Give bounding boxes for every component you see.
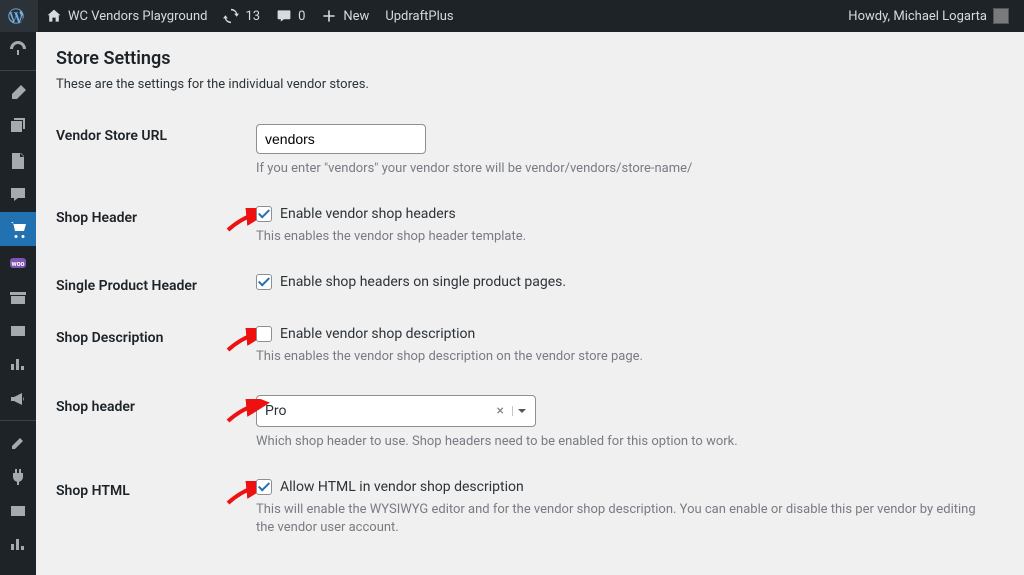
updraftplus-label: UpdraftPlus xyxy=(385,9,453,24)
label-shop-html: Shop HTML xyxy=(56,465,256,551)
shop-header-checkbox-row[interactable]: Enable vendor shop headers xyxy=(256,206,994,222)
comments-button[interactable]: 0 xyxy=(268,0,313,32)
sidebar-comments[interactable] xyxy=(0,178,36,212)
site-name-label: WC Vendors Playground xyxy=(68,9,207,24)
sidebar-appearance[interactable] xyxy=(0,426,36,460)
home-icon xyxy=(46,8,62,24)
new-label: New xyxy=(343,9,369,24)
label-store-url: Vendor Store URL xyxy=(56,110,256,192)
shop-description-checkbox[interactable] xyxy=(256,326,272,342)
adminbar: WC Vendors Playground 13 0 New UpdraftPl… xyxy=(0,0,1024,32)
shop-html-checkbox-label: Allow HTML in vendor shop description xyxy=(280,479,524,495)
shop-header-checkbox-label: Enable vendor shop headers xyxy=(280,206,456,222)
store-url-input[interactable] xyxy=(256,124,426,154)
shop-description-checkbox-row[interactable]: Enable vendor shop description xyxy=(256,326,994,342)
wp-logo-button[interactable] xyxy=(0,0,38,32)
comments-count: 0 xyxy=(298,9,305,24)
single-product-checkbox-row[interactable]: Enable shop headers on single product pa… xyxy=(256,274,994,290)
single-product-checkbox[interactable] xyxy=(256,274,272,290)
label-shop-description: Shop Description xyxy=(56,312,256,380)
admin-sidebar: woo xyxy=(0,32,36,575)
sidebar-dashboard[interactable] xyxy=(0,32,36,66)
shop-header-checkbox[interactable] xyxy=(256,206,272,222)
updates-icon xyxy=(223,8,239,24)
label-shop-header: Shop Header xyxy=(56,192,256,260)
sidebar-plugins[interactable] xyxy=(0,460,36,494)
sidebar-marketing[interactable] xyxy=(0,382,36,416)
plus-icon xyxy=(321,8,337,24)
howdy-label: Howdy, Michael Logarta xyxy=(848,9,987,24)
my-account-button[interactable]: Howdy, Michael Logarta xyxy=(840,0,1017,32)
shop-html-help: This will enable the WYSIWYG editor and … xyxy=(256,501,994,537)
settings-form: Vendor Store URL If you enter "vendors" … xyxy=(56,110,1004,551)
sidebar-posts[interactable] xyxy=(0,76,36,110)
shop-description-checkbox-label: Enable vendor shop description xyxy=(280,326,475,342)
site-home-button[interactable]: WC Vendors Playground xyxy=(38,0,215,32)
svg-text:woo: woo xyxy=(11,260,24,268)
page-intro: These are the settings for the individua… xyxy=(56,77,1004,92)
sidebar-users[interactable] xyxy=(0,494,36,528)
chevron-down-icon xyxy=(512,406,527,416)
label-single-product-header: Single Product Header xyxy=(56,260,256,312)
sidebar-woocommerce[interactable] xyxy=(0,212,36,246)
updraftplus-button[interactable]: UpdraftPlus xyxy=(377,0,461,32)
shop-html-checkbox[interactable] xyxy=(256,479,272,495)
sidebar-media[interactable] xyxy=(0,110,36,144)
sidebar-pages[interactable] xyxy=(0,144,36,178)
new-content-button[interactable]: New xyxy=(313,0,377,32)
updates-count: 13 xyxy=(245,9,260,24)
sidebar-tools[interactable] xyxy=(0,528,36,562)
single-product-checkbox-label: Enable shop headers on single product pa… xyxy=(280,274,566,290)
sidebar-payments[interactable] xyxy=(0,314,36,348)
content-area: Store Settings These are the settings fo… xyxy=(36,32,1024,575)
shop-header-help: This enables the vendor shop header temp… xyxy=(256,228,994,246)
shop-header-select-value: Pro xyxy=(265,403,286,419)
shop-html-checkbox-row[interactable]: Allow HTML in vendor shop description xyxy=(256,479,994,495)
sidebar-analytics[interactable] xyxy=(0,348,36,382)
label-shop-header-select: Shop header xyxy=(56,381,256,465)
sidebar-woo-brand[interactable]: woo xyxy=(0,246,36,280)
shop-description-help: This enables the vendor shop description… xyxy=(256,348,994,366)
select-clear-button[interactable]: × xyxy=(493,403,508,419)
store-url-help: If you enter "vendors" your vendor store… xyxy=(256,160,994,178)
shop-header-select-help: Which shop header to use. Shop headers n… xyxy=(256,433,994,451)
wordpress-icon xyxy=(8,8,24,24)
updates-button[interactable]: 13 xyxy=(215,0,268,32)
page-title: Store Settings xyxy=(56,42,1004,77)
sidebar-products[interactable] xyxy=(0,280,36,314)
avatar xyxy=(993,8,1009,24)
comments-icon xyxy=(276,8,292,24)
shop-header-select[interactable]: Pro × xyxy=(256,395,536,427)
